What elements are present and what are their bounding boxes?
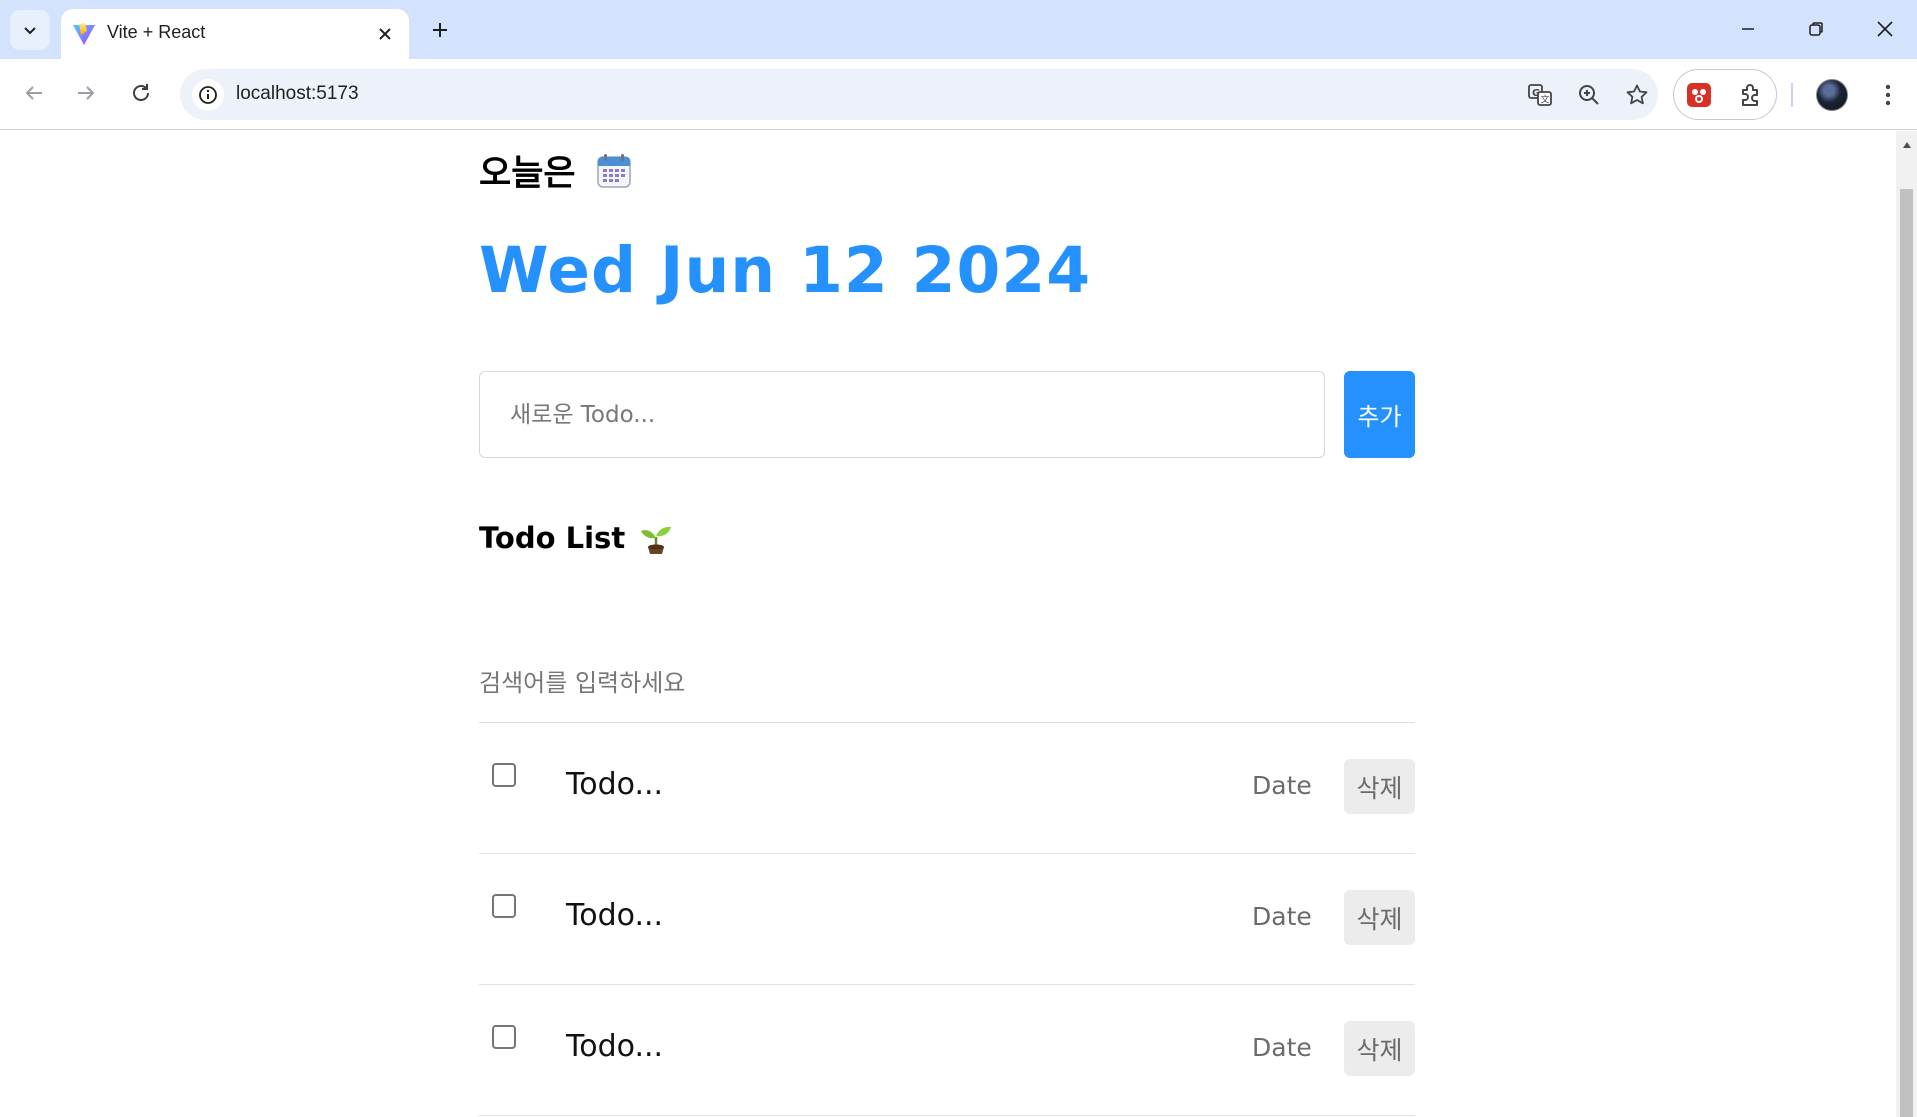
todo-date: Date — [1252, 771, 1312, 800]
new-tab-button[interactable] — [420, 10, 460, 50]
svg-text:文: 文 — [1541, 94, 1550, 106]
todo-content: Todo... — [566, 767, 664, 802]
todo-list: Todo... Date 삭제 Todo... Date 삭제 Todo... … — [479, 723, 1415, 1116]
site-info-button[interactable] — [192, 79, 224, 111]
delete-todo-button[interactable]: 삭제 — [1344, 1021, 1415, 1076]
close-window-button[interactable] — [1857, 5, 1913, 53]
star-icon — [1626, 84, 1648, 105]
todo-checkbox[interactable] — [492, 763, 516, 787]
translate-icon: G文 — [1528, 84, 1552, 106]
tab-title: Vite + React — [107, 22, 206, 42]
triangle-up-icon — [1902, 142, 1911, 148]
new-todo-input[interactable] — [479, 371, 1325, 458]
bookmark-button[interactable] — [1621, 79, 1653, 111]
todo-item: Todo... Date 삭제 — [479, 985, 1415, 1116]
close-icon — [1877, 21, 1893, 37]
zoom-in-icon — [1579, 85, 1599, 105]
extension-app-icon — [1687, 83, 1711, 107]
reload-icon — [133, 84, 149, 101]
extension-button[interactable] — [1683, 79, 1715, 111]
restore-icon — [1809, 22, 1823, 36]
vite-logo-icon — [73, 23, 95, 45]
address-bar[interactable]: localhost:5173 G文 — [180, 69, 1658, 120]
todo-item: Todo... Date 삭제 — [479, 854, 1415, 985]
extensions-group — [1673, 69, 1777, 120]
browser-menu-button[interactable] — [1872, 77, 1904, 113]
todo-date: Date — [1252, 902, 1312, 931]
today-label: 오늘은 — [479, 154, 576, 194]
tab-close-button[interactable] — [369, 18, 401, 50]
profile-avatar[interactable] — [1816, 79, 1848, 111]
todo-date: Date — [1252, 1033, 1312, 1062]
chevron-down-icon — [24, 27, 36, 35]
extensions-menu-button[interactable] — [1735, 79, 1767, 111]
restore-button[interactable] — [1788, 5, 1844, 53]
arrow-left-icon — [25, 86, 42, 100]
info-icon — [199, 86, 217, 104]
translate-button[interactable]: G文 — [1524, 79, 1556, 111]
todo-content: Todo... — [566, 898, 664, 933]
delete-todo-button[interactable]: 삭제 — [1344, 890, 1415, 945]
arrow-right-icon — [78, 86, 95, 100]
delete-todo-button[interactable]: 삭제 — [1344, 759, 1415, 814]
todo-checkbox[interactable] — [492, 894, 516, 918]
plus-icon — [433, 23, 447, 37]
todo-list-title: Todo List — [479, 521, 626, 555]
close-icon — [379, 28, 391, 40]
today-date: Wed Jun 12 2024 — [479, 234, 1092, 307]
scrollbar-thumb[interactable] — [1900, 189, 1913, 1117]
browser-toolbar: localhost:5173 G文 — [0, 59, 1917, 130]
vertical-scrollbar[interactable] — [1896, 131, 1917, 1117]
browser-tab[interactable]: Vite + React — [61, 9, 409, 59]
todo-list-header: Todo List — [479, 521, 673, 555]
scroll-up-button[interactable] — [1896, 135, 1917, 155]
minimize-icon — [1742, 28, 1754, 30]
puzzle-icon — [1742, 84, 1758, 106]
minimize-button[interactable] — [1720, 5, 1776, 53]
zoom-button[interactable] — [1573, 79, 1605, 111]
todo-item: Todo... Date 삭제 — [479, 723, 1415, 854]
search-input[interactable] — [479, 653, 1415, 723]
page-viewport: 오늘은 Wed Jun 12 2024 추가 — [0, 131, 1896, 1117]
more-vertical-icon — [1885, 84, 1891, 106]
back-button[interactable] — [14, 73, 54, 113]
todo-content: Todo... — [566, 1029, 664, 1064]
calendar-icon — [596, 153, 632, 189]
reload-button[interactable] — [121, 73, 161, 113]
tab-search-button[interactable] — [10, 10, 50, 50]
add-todo-button[interactable]: 추가 — [1344, 371, 1415, 458]
toolbar-divider — [1791, 83, 1793, 107]
seedling-icon — [639, 521, 673, 555]
forward-button[interactable] — [66, 73, 106, 113]
today-header: 오늘은 — [479, 145, 632, 196]
url-text[interactable]: localhost:5173 — [236, 83, 359, 105]
todo-checkbox[interactable] — [492, 1025, 516, 1049]
browser-tab-strip: Vite + React — [0, 0, 1917, 59]
